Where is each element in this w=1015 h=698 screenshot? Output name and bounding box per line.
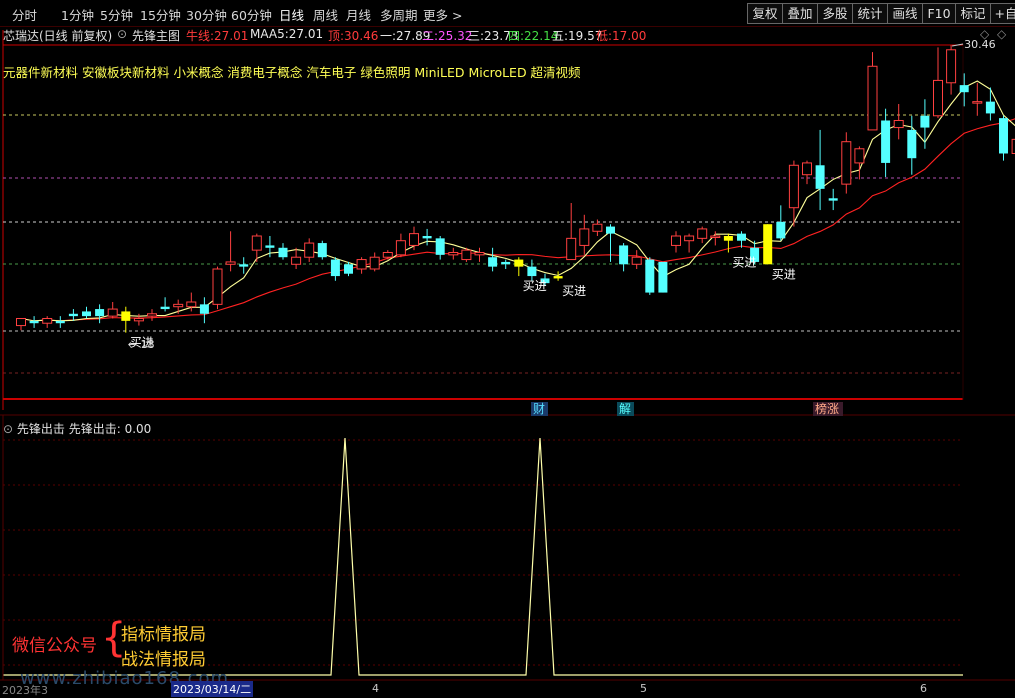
buy-signal-label: 买进 xyxy=(523,279,547,293)
axis-start-label: 2023年3 xyxy=(2,684,48,697)
candle-body xyxy=(239,264,249,267)
candle-body xyxy=(422,235,432,239)
candle-body xyxy=(225,261,236,265)
candle-body xyxy=(959,85,969,93)
candle-body xyxy=(776,221,786,239)
candle-body xyxy=(147,313,157,317)
candle-body xyxy=(435,238,445,255)
candle-body xyxy=(461,249,472,261)
candle-body xyxy=(645,259,655,293)
sub-panel-value: 先锋出击: 0.00 xyxy=(68,422,152,436)
axis-month-label: 4 xyxy=(372,682,379,695)
candle-body xyxy=(514,259,524,267)
candle-body xyxy=(173,303,184,308)
candle-body xyxy=(382,251,393,258)
candle-body xyxy=(802,162,812,176)
candle-body xyxy=(330,259,340,277)
candle-body xyxy=(606,226,615,234)
candle-body xyxy=(199,304,209,314)
candle-body xyxy=(291,256,302,265)
candle-body xyxy=(841,141,852,185)
max-price-label: 30.46 xyxy=(964,38,996,51)
candle-body xyxy=(95,309,105,317)
candle-body xyxy=(579,228,590,246)
candle-body xyxy=(933,79,943,117)
candle-body xyxy=(121,311,131,321)
candle-body xyxy=(55,320,65,324)
kline-chart[interactable]: 买进买进买进买进买进买进30.46← 18财解榜涨 xyxy=(0,0,1015,695)
candle-body xyxy=(907,129,917,159)
candle-body xyxy=(278,247,288,258)
candle-body xyxy=(723,235,733,241)
buy-signal-label: 买进 xyxy=(772,267,796,281)
candle-body xyxy=(474,251,485,256)
candle-body xyxy=(395,240,406,256)
candle-body xyxy=(527,266,537,277)
candle-body xyxy=(133,317,144,322)
candle-body xyxy=(788,164,799,209)
candle-body xyxy=(356,259,367,270)
sub-panel-title[interactable]: 先锋出击 xyxy=(17,422,65,436)
candle-body xyxy=(972,101,983,104)
candle-body xyxy=(737,233,746,241)
candle-body xyxy=(710,235,721,238)
candle-body xyxy=(501,261,511,265)
candle-body xyxy=(304,242,315,258)
candle-body xyxy=(409,233,419,246)
candle-body xyxy=(658,261,668,293)
candle-body xyxy=(893,119,904,129)
event-label: 财 xyxy=(533,402,545,416)
candle-body xyxy=(369,256,380,270)
buy-signal-label: 买进 xyxy=(562,284,586,298)
candle-body xyxy=(828,198,838,201)
axis-month-label: 6 xyxy=(920,682,927,695)
candle-body xyxy=(697,228,708,239)
chevron-down-icon[interactable]: ⊙ xyxy=(3,422,13,436)
min-price-label: ← 18 xyxy=(128,338,155,351)
candle-body xyxy=(29,320,39,324)
candle-body xyxy=(815,165,825,189)
candle-body xyxy=(107,308,118,317)
candle-body xyxy=(488,257,498,267)
candle-body xyxy=(946,49,957,84)
candle-body xyxy=(16,317,26,327)
axis-month-label: 5 xyxy=(640,682,647,695)
candle-body xyxy=(212,268,223,305)
candle-body xyxy=(684,235,695,242)
ma-long-line xyxy=(20,118,1015,322)
candle-body xyxy=(553,276,563,279)
candle-body xyxy=(592,223,603,232)
sub-panel-header: ⊙ 先锋出击 先锋出击: 0.00 xyxy=(3,420,151,437)
candle-body xyxy=(317,243,327,258)
wechat-account-label: 微信公众号 xyxy=(12,636,97,656)
candle-body xyxy=(999,118,1008,154)
candle-body xyxy=(42,317,53,324)
buy-signal-label: 买进 xyxy=(732,255,756,269)
candle-body xyxy=(448,251,459,256)
candle-body xyxy=(160,306,170,310)
candle-body xyxy=(265,245,275,248)
candle-body xyxy=(344,264,353,274)
event-label: 榜涨 xyxy=(815,401,839,416)
candle-body xyxy=(881,120,891,163)
candle-body xyxy=(251,235,262,251)
candle-body xyxy=(68,313,78,317)
candle-body xyxy=(82,311,91,317)
candle-body xyxy=(671,235,681,246)
candle-body xyxy=(763,224,773,265)
candle-body xyxy=(985,101,995,114)
event-label: 解 xyxy=(619,402,631,416)
candle-body xyxy=(867,65,878,131)
candle-body xyxy=(186,301,197,308)
candle-body xyxy=(854,148,865,164)
candle-body xyxy=(566,237,577,261)
ma-short-line xyxy=(20,80,1015,322)
brand-line-1: 指标情报局 xyxy=(121,625,206,645)
candle-body xyxy=(920,115,930,128)
candle-body xyxy=(619,245,629,265)
brand-line-2: 战法情报局 xyxy=(121,650,206,670)
candle-body xyxy=(631,256,642,265)
